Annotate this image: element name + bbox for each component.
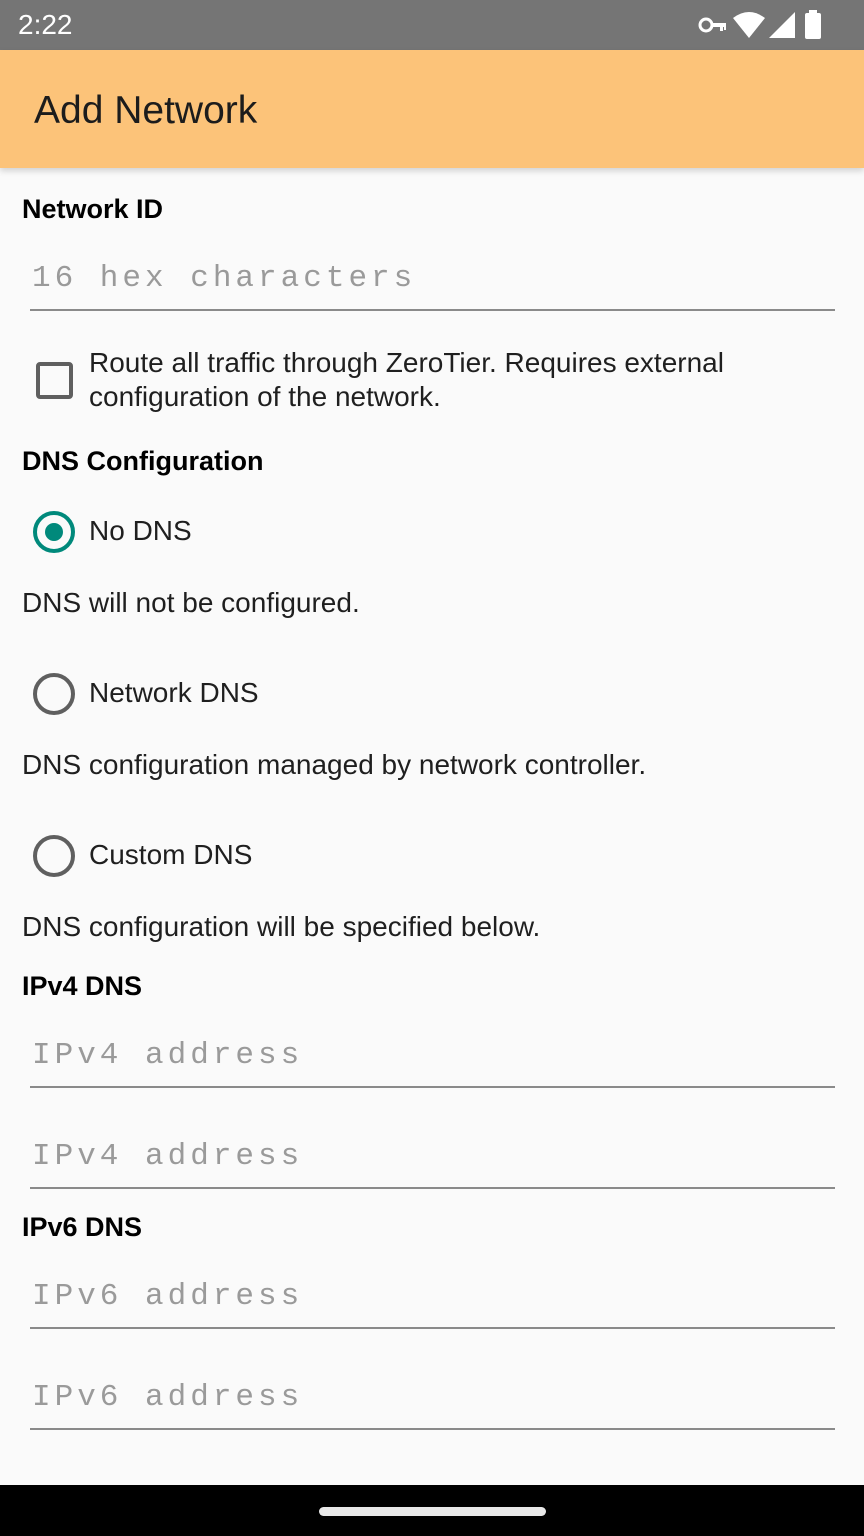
cell-signal-icon <box>769 12 795 38</box>
radio-dot <box>45 523 63 541</box>
checkbox-box[interactable] <box>36 362 73 399</box>
ipv6-dns-label: IPv6 DNS <box>22 1212 143 1242</box>
radio-button[interactable] <box>33 835 75 877</box>
vpn-key-icon <box>698 17 726 33</box>
status-bar: 2:22 <box>0 0 864 50</box>
app-bar: Add Network <box>0 50 864 168</box>
ipv4-dns-label: IPv4 DNS <box>22 971 143 1001</box>
battery-icon <box>805 10 821 39</box>
radio-no-dns-label: No DNS <box>89 515 192 546</box>
radio-no-dns[interactable]: No DNS <box>33 511 633 555</box>
network-id-input[interactable] <box>30 247 835 311</box>
page-title: Add Network <box>34 89 258 132</box>
radio-network-dns[interactable]: Network DNS <box>33 673 633 717</box>
route-all-traffic-label: Route all traffic through ZeroTier. Requ… <box>89 347 724 412</box>
home-gesture-handle[interactable] <box>319 1507 546 1516</box>
ipv4-dns-input-1[interactable] <box>30 1024 835 1088</box>
radio-custom-dns-label: Custom DNS <box>89 839 253 870</box>
dns-configuration-label: DNS Configuration <box>22 446 264 476</box>
navigation-bar <box>0 1485 864 1536</box>
network-id-label: Network ID <box>22 194 164 224</box>
wifi-icon <box>733 12 765 38</box>
radio-network-dns-label: Network DNS <box>89 677 259 708</box>
status-time: 2:22 <box>18 9 73 40</box>
route-all-traffic-checkbox[interactable]: Route all traffic through ZeroTier. Requ… <box>36 346 836 420</box>
ipv4-dns-input-2[interactable] <box>30 1125 835 1189</box>
radio-custom-dns[interactable]: Custom DNS <box>33 835 633 879</box>
ipv6-dns-input-2[interactable] <box>30 1366 835 1430</box>
no-dns-description: DNS will not be configured. <box>22 587 360 618</box>
radio-button-checked[interactable] <box>33 511 75 553</box>
radio-button[interactable] <box>33 673 75 715</box>
network-dns-description: DNS configuration managed by network con… <box>22 749 647 780</box>
custom-dns-description: DNS configuration will be specified belo… <box>22 911 541 942</box>
ipv6-dns-input-1[interactable] <box>30 1265 835 1329</box>
